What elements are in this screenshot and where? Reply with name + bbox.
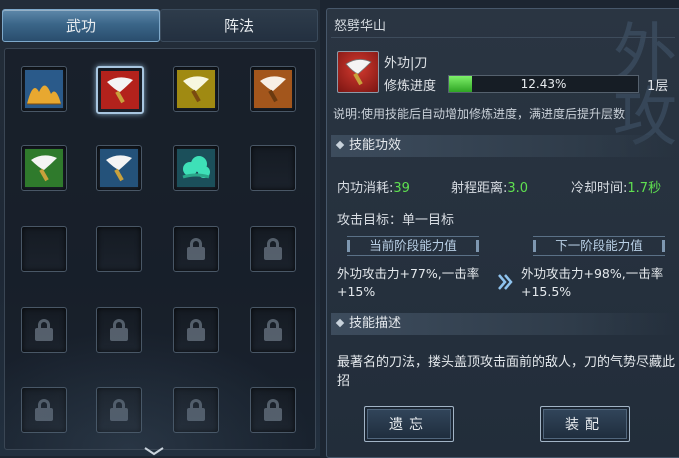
attack-target: 攻击目标：单一目标 (337, 213, 455, 228)
locked-skill-slot (96, 307, 142, 353)
green-blade-icon (25, 149, 63, 187)
teal-cloud-icon (177, 149, 215, 187)
skill-slot[interactable] (173, 66, 219, 112)
forget-button[interactable]: 遗忘 (364, 406, 454, 442)
skill-level: 1层 (647, 79, 669, 94)
lock-icon (187, 319, 205, 341)
effects-header-label: 技能功效 (349, 138, 402, 153)
progress-percent: 12.43% (520, 77, 567, 91)
tab-formation[interactable]: 阵法 (160, 9, 318, 42)
stat-energy-cost: 内功消耗:39 (337, 177, 410, 196)
stat-range: 射程距离:3.0 (451, 177, 528, 196)
double-chevron-right-icon (498, 274, 513, 290)
locked-skill-slot (21, 307, 67, 353)
red-blade-icon (101, 71, 139, 109)
lock-icon (35, 319, 53, 341)
equip-button[interactable]: 装配 (540, 406, 630, 442)
locked-skill-slot (96, 387, 142, 433)
lock-icon (187, 238, 205, 260)
lock-icon (264, 319, 282, 341)
blue-blade-icon (100, 149, 138, 187)
yellow-blade-icon (177, 70, 215, 108)
progress-bar: 12.43% (448, 75, 639, 93)
stat-label: 内功消耗: (337, 181, 394, 196)
locked-skill-slot (250, 387, 296, 433)
stat-label: 冷却时间: (571, 181, 628, 196)
lock-icon (264, 399, 282, 421)
skill-slot[interactable] (96, 145, 142, 191)
skill-slot[interactable] (250, 66, 296, 112)
skill-description: 最著名的刀法，搂头盖顶攻击面前的敌人，刀的气势尽藏此招 (337, 355, 676, 389)
next-phase-label: 下一阶段能力值 (533, 236, 665, 256)
skill-detail-panel: 外攻 怒劈华山 外功|刀 修炼进度 12.43% 1层 说明:使用技能后自动增加… (326, 8, 679, 458)
current-phase-value: 外功攻击力+77%,一击率+15% (337, 266, 480, 299)
stat-value: 1.7秒 (627, 181, 662, 196)
empty-skill-slot[interactable] (21, 226, 67, 272)
effects-header: 技能功效 (331, 135, 675, 157)
stat-value: 39 (393, 181, 410, 196)
skill-name: 怒劈华山 (334, 19, 387, 34)
red-blade-icon (337, 51, 379, 93)
empty-skill-slot[interactable] (250, 145, 296, 191)
lock-icon (110, 319, 128, 341)
stat-label: 射程距离: (451, 181, 508, 196)
locked-skill-slot (173, 307, 219, 353)
golden-mountain-icon (25, 70, 63, 108)
orange-blade-icon (254, 70, 292, 108)
skill-slot[interactable] (21, 145, 67, 191)
next-phase-value: 外功攻击力+98%,一击率+15.5% (521, 266, 664, 299)
locked-skill-slot (173, 387, 219, 433)
stat-value: 3.0 (507, 181, 529, 196)
diamond-icon (335, 318, 345, 328)
current-phase-label: 当前阶段能力值 (347, 236, 479, 256)
skill-slot[interactable] (21, 66, 67, 112)
locked-skill-slot (173, 226, 219, 272)
lock-icon (110, 399, 128, 421)
tab-martial-arts[interactable]: 武功 (2, 9, 160, 42)
locked-skill-slot (250, 226, 296, 272)
skill-grid (4, 48, 316, 450)
skill-slot[interactable] (96, 66, 144, 114)
tab-bar: 武功 阵法 (2, 9, 318, 42)
locked-skill-slot (21, 387, 67, 433)
skill-list-panel: 武功 阵法 (0, 0, 320, 456)
empty-skill-slot[interactable] (96, 226, 142, 272)
progress-note: 说明:使用技能后自动增加修炼进度，满进度后提升层数 (333, 107, 626, 121)
skill-slot[interactable] (173, 145, 219, 191)
progress-label: 修炼进度 (384, 79, 437, 94)
lock-icon (264, 238, 282, 260)
description-header: 技能描述 (331, 313, 675, 335)
description-header-label: 技能描述 (349, 316, 402, 331)
skill-type: 外功|刀 (384, 56, 428, 71)
chevron-down-icon[interactable] (143, 446, 165, 456)
lock-icon (35, 399, 53, 421)
locked-skill-slot (250, 307, 296, 353)
lock-icon (187, 399, 205, 421)
diamond-icon (335, 140, 345, 150)
divider (331, 37, 675, 38)
stat-cooldown: 冷却时间:1.7秒 (571, 177, 661, 196)
